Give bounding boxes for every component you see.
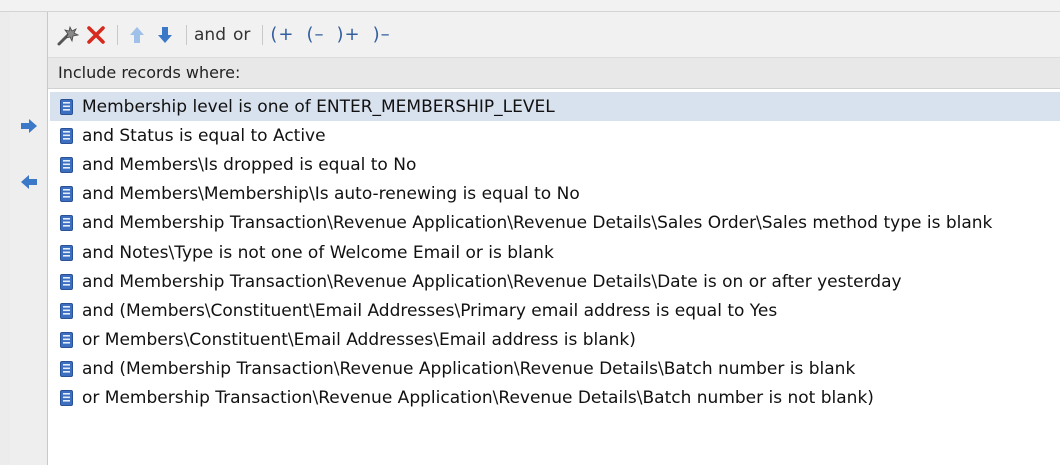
move-down-button[interactable] (153, 22, 177, 48)
field-icon (60, 127, 73, 144)
field-icon (60, 390, 73, 407)
delete-criteria-button[interactable] (84, 22, 108, 48)
criteria-text: or Membership Transaction\Revenue Applic… (82, 388, 874, 409)
remove-close-paren-button[interactable]: )– (373, 22, 391, 48)
toolbar-separator (186, 24, 187, 45)
criteria-row[interactable]: and (Members\Constituent\Email Addresses… (50, 296, 1060, 325)
remove-criteria-arrow-icon[interactable] (20, 174, 38, 190)
criteria-row[interactable]: and (Membership Transaction\Revenue Appl… (50, 355, 1060, 384)
criteria-text: and (Membership Transaction\Revenue Appl… (82, 359, 856, 380)
criteria-text: Membership level is one of ENTER_MEMBERS… (82, 96, 555, 117)
criteria-row[interactable]: and Status is equal to Active (50, 121, 1060, 150)
criteria-row[interactable]: or Membership Transaction\Revenue Applic… (50, 384, 1060, 413)
arrow-down-icon (158, 26, 172, 43)
criteria-row[interactable]: and Membership Transaction\Revenue Appli… (50, 209, 1060, 238)
criteria-toolbar: and or (+ (– )+ )– (48, 12, 1060, 57)
field-icon (60, 332, 73, 349)
and-button[interactable]: and (194, 22, 226, 48)
criteria-text: and Membership Transaction\Revenue Appli… (82, 271, 902, 292)
criteria-panel: and or (+ (– )+ )– Include records where… (48, 12, 1060, 465)
move-up-button[interactable] (125, 22, 149, 48)
field-icon (60, 302, 73, 319)
edit-criteria-button[interactable] (56, 22, 80, 48)
delete-x-icon (87, 25, 105, 44)
field-icon (60, 244, 73, 261)
criteria-row[interactable]: or Members\Constituent\Email Addresses\E… (50, 326, 1060, 355)
field-icon (60, 273, 73, 290)
field-icon (60, 186, 73, 203)
criteria-text: and Notes\Type is not one of Welcome Ema… (82, 242, 554, 263)
criteria-row[interactable]: and Members\Membership\Is auto-renewing … (50, 180, 1060, 209)
criteria-text: or Members\Constituent\Email Addresses\E… (82, 330, 636, 351)
criteria-row[interactable]: and Membership Transaction\Revenue Appli… (50, 267, 1060, 296)
top-strip (0, 0, 1060, 12)
criteria-row[interactable]: and Notes\Type is not one of Welcome Ema… (50, 238, 1060, 267)
criteria-text: and Members\Is dropped is equal to No (82, 154, 417, 175)
criteria-row[interactable]: and Members\Is dropped is equal to No (50, 150, 1060, 179)
criteria-text: and Membership Transaction\Revenue Appli… (82, 213, 993, 234)
move-arrows-column (10, 12, 48, 465)
wand-icon (57, 25, 80, 45)
criteria-text: and Members\Membership\Is auto-renewing … (82, 184, 580, 205)
toolbar-separator (262, 24, 264, 45)
remove-open-paren-button[interactable]: (– (306, 22, 324, 48)
or-button[interactable]: or (233, 22, 250, 48)
add-close-paren-button[interactable]: )+ (337, 22, 361, 48)
criteria-text: and (Members\Constituent\Email Addresses… (82, 300, 778, 321)
field-icon (60, 215, 73, 232)
arrow-up-icon (130, 26, 144, 43)
criteria-header: Include records where: (48, 57, 1060, 89)
criteria-list: Membership level is one of ENTER_MEMBERS… (50, 92, 1060, 413)
add-open-paren-button[interactable]: (+ (270, 22, 294, 48)
field-icon (60, 156, 73, 173)
field-icon (60, 98, 73, 115)
criteria-row[interactable]: Membership level is one of ENTER_MEMBERS… (50, 92, 1060, 122)
add-criteria-arrow-icon[interactable] (20, 118, 38, 134)
criteria-text: and Status is equal to Active (82, 125, 326, 146)
toolbar-separator (117, 24, 118, 45)
field-icon (60, 361, 73, 378)
